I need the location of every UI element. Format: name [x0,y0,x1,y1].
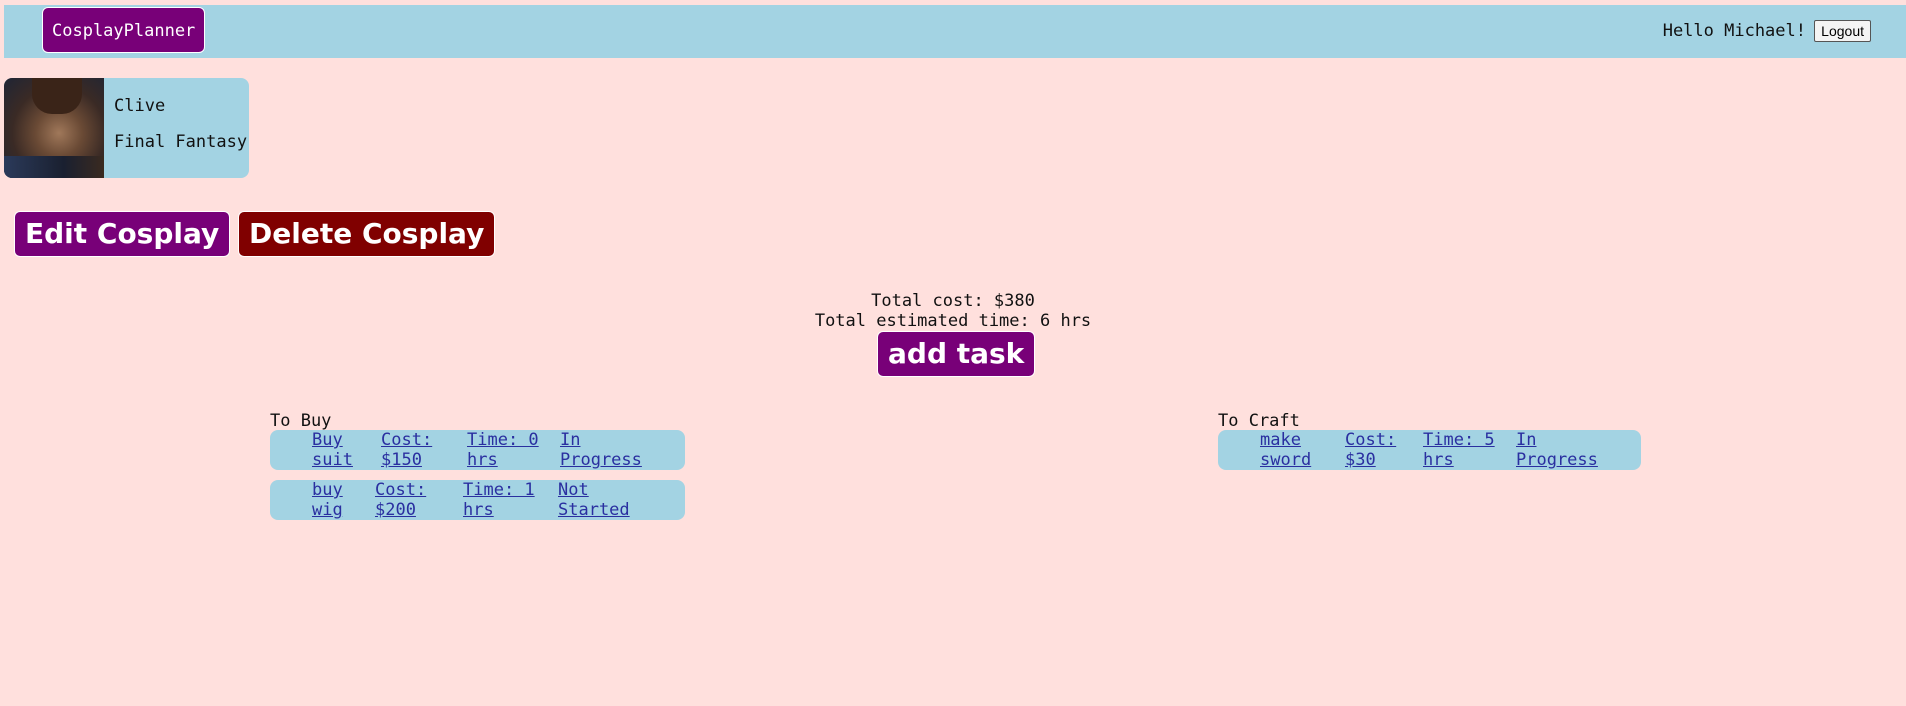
total-estimated-time: Total estimated time: 6 hrs [814,311,1092,331]
task-name-link[interactable]: buy wig [312,480,362,520]
character-image [4,78,104,178]
task-status-link[interactable]: In Progress [1516,430,1606,470]
add-task-button[interactable]: add task [877,331,1036,377]
task-time-link[interactable]: Time: 5 hrs [1423,430,1503,470]
task-time-link[interactable]: Time: 1 hrs [463,480,543,520]
task-row: Buy suit Cost: $150 Time: 0 hrs In Progr… [270,430,685,470]
task-status-link[interactable]: Not Started [558,480,638,520]
task-cost-link[interactable]: Cost: $150 [381,430,441,470]
brand-logo[interactable]: CosplayPlanner [42,7,206,53]
user-greeting: Hello Michael! [1662,21,1806,41]
character-name: Clive [114,96,166,116]
task-status-link[interactable]: In Progress [560,430,650,470]
to-craft-title: To Craft [1218,411,1300,431]
total-cost: Total cost: $380 [871,291,1035,311]
task-time-link[interactable]: Time: 0 hrs [467,430,547,470]
task-row: make sword Cost: $30 Time: 5 hrs In Prog… [1218,430,1641,470]
logout-button[interactable]: Logout [1814,20,1871,42]
task-row: buy wig Cost: $200 Time: 1 hrs Not Start… [270,480,685,520]
navbar: CosplayPlanner Hello Michael! Logout [4,5,1906,58]
task-name-link[interactable]: Buy suit [312,430,362,470]
delete-cosplay-button[interactable]: Delete Cosplay [238,211,496,257]
edit-cosplay-button[interactable]: Edit Cosplay [14,211,231,257]
task-cost-link[interactable]: Cost: $200 [375,480,435,520]
cosplay-card: Clive Final Fantasy [4,78,249,178]
task-cost-link[interactable]: Cost: $30 [1345,430,1405,470]
character-series: Final Fantasy [114,132,248,152]
to-buy-title: To Buy [270,411,332,431]
task-name-link[interactable]: make sword [1260,430,1311,470]
